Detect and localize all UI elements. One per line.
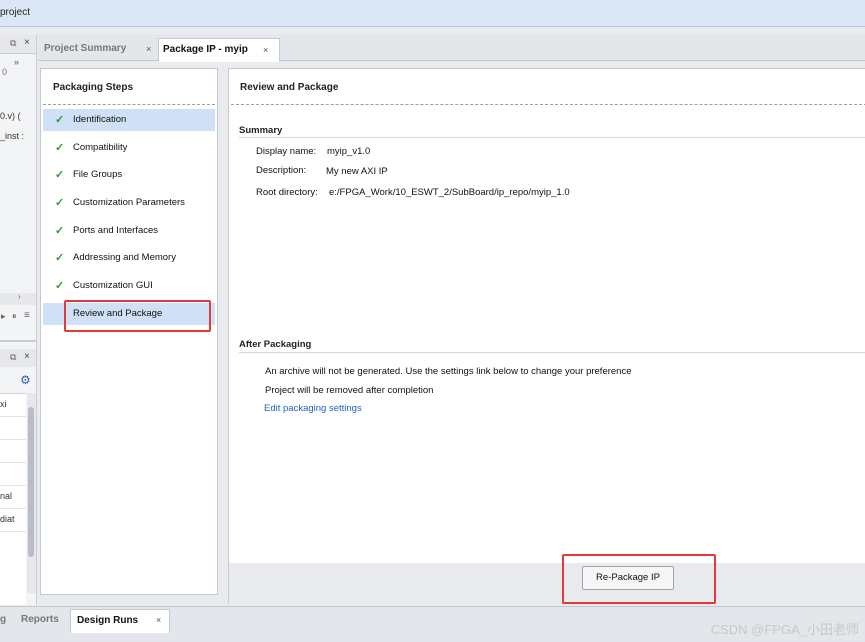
step-ports-and-interfaces[interactable]: ✓ Ports and Interfaces — [43, 220, 215, 242]
edit-packaging-settings-link[interactable]: Edit packaging settings — [264, 403, 362, 414]
check-icon: ✓ — [55, 252, 65, 264]
root-directory-label: Root directory: — [256, 187, 318, 198]
horizontal-scrollbar[interactable]: › — [0, 292, 36, 305]
display-name-value: myip_v1.0 — [327, 146, 371, 157]
divider — [231, 104, 865, 105]
properties-list: xi nal diat — [0, 393, 26, 605]
step-label: Customization Parameters — [73, 197, 185, 208]
step-label: Customization GUI — [73, 280, 153, 291]
close-icon[interactable]: × — [146, 38, 151, 60]
step-file-groups[interactable]: ✓ File Groups — [43, 164, 215, 186]
watermark: CSDN @FPGA_小田老师 — [710, 622, 859, 637]
step-addressing-and-memory[interactable]: ✓ Addressing and Memory — [43, 247, 215, 269]
pause-icon[interactable]: ⏸ — [12, 311, 17, 322]
divider — [239, 352, 865, 353]
title-bar: project — [0, 0, 865, 27]
tab-label: Design Runs — [77, 615, 139, 626]
tab-package-ip[interactable]: Package IP - myip × — [158, 38, 280, 62]
check-icon: ✓ — [55, 197, 65, 209]
description-label: Description: — [256, 165, 307, 176]
properties-header: ⧉ × — [0, 349, 36, 367]
display-name-label: Display name: — [256, 146, 317, 157]
step-compatibility[interactable]: ✓ Compatibility — [43, 137, 215, 159]
check-icon: ✓ — [55, 142, 65, 154]
tab-label: Project Summary — [44, 43, 127, 54]
list-item[interactable]: diat — [0, 514, 15, 524]
close-icon[interactable]: × — [263, 39, 268, 61]
step-customization-gui[interactable]: ✓ Customization GUI — [43, 275, 215, 297]
step-label: File Groups — [73, 169, 123, 180]
divider — [43, 104, 215, 105]
left-zero-text: 0 — [2, 67, 8, 77]
left-sources-panel: ⧉ × » 0 0.v) ( _inst : › ▸ ⏸ ≡ ⧉ × ⚙ xi … — [0, 35, 37, 605]
left-panel-header: ⧉ × — [0, 35, 36, 54]
step-label: Addressing and Memory — [73, 252, 176, 263]
step-identification[interactable]: ✓ Identification — [43, 109, 215, 131]
tab-design-runs[interactable]: Design Runs × — [70, 609, 170, 633]
removal-note: Project will be removed after completion — [265, 385, 434, 396]
check-icon: ✓ — [55, 225, 65, 237]
bottom-tab-bar: g Reports Design Runs × CSDN @FPGA_小田老师 — [0, 606, 865, 642]
editor-tab-bar: Project Summary × Package IP - myip × — [38, 35, 865, 62]
check-icon: ✓ — [55, 280, 65, 292]
step-label: Identification — [73, 114, 127, 125]
close-icon[interactable]: × — [24, 37, 30, 48]
left-inst-fragment: _inst : — [0, 131, 25, 141]
tab-truncated[interactable]: g — [0, 614, 6, 625]
vertical-scrollbar[interactable] — [27, 393, 36, 593]
step-customization-parameters[interactable]: ✓ Customization Parameters — [43, 192, 215, 214]
close-icon[interactable]: × — [156, 615, 161, 625]
tab-label: Package IP - myip — [163, 44, 248, 55]
play-icon[interactable]: ▸ — [1, 311, 6, 322]
packaging-steps-panel: Packaging Steps ✓ Identification ✓ Compa… — [40, 68, 218, 595]
check-icon: ✓ — [55, 169, 65, 181]
step-label: Ports and Interfaces — [73, 225, 159, 236]
scroll-right-icon[interactable]: › — [18, 292, 21, 301]
overflow-chevron[interactable]: » — [14, 57, 19, 67]
left-file-fragment: 0.v) ( — [0, 111, 21, 121]
window-title: project — [0, 7, 31, 18]
tab-reports[interactable]: Reports — [21, 614, 59, 625]
tab-project-summary[interactable]: Project Summary × — [38, 38, 154, 60]
menu-icon[interactable]: ≡ — [24, 310, 30, 321]
step-label: Compatibility — [73, 142, 128, 153]
divider — [239, 137, 865, 138]
panel-title: Review and Package — [240, 82, 339, 93]
close-icon[interactable]: × — [24, 351, 30, 362]
scrollbar-thumb[interactable] — [28, 407, 34, 557]
panel-divider[interactable] — [0, 340, 36, 342]
action-bar: Re-Package IP — [228, 554, 865, 604]
panel-title: Packaging Steps — [53, 82, 134, 93]
list-item[interactable]: xi — [0, 399, 7, 409]
left-toolbar: ▸ ⏸ ≡ — [0, 309, 36, 327]
restore-icon[interactable]: ⧉ — [10, 352, 16, 363]
highlight-box — [562, 554, 716, 604]
gear-icon[interactable]: ⚙ — [20, 373, 31, 387]
root-directory-value: e:/FPGA_Work/10_ESWT_2/SubBoard/ip_repo/… — [329, 187, 570, 198]
highlight-box — [64, 300, 211, 332]
summary-heading: Summary — [239, 125, 283, 136]
list-item[interactable]: nal — [0, 491, 12, 501]
check-icon: ✓ — [55, 114, 65, 126]
after-packaging-heading: After Packaging — [239, 339, 312, 350]
archive-note: An archive will not be generated. Use th… — [265, 366, 632, 377]
review-and-package-panel: Review and Package Summary Display name:… — [228, 68, 865, 564]
description-value: My new AXI IP — [326, 166, 388, 177]
restore-icon[interactable]: ⧉ — [10, 38, 16, 49]
